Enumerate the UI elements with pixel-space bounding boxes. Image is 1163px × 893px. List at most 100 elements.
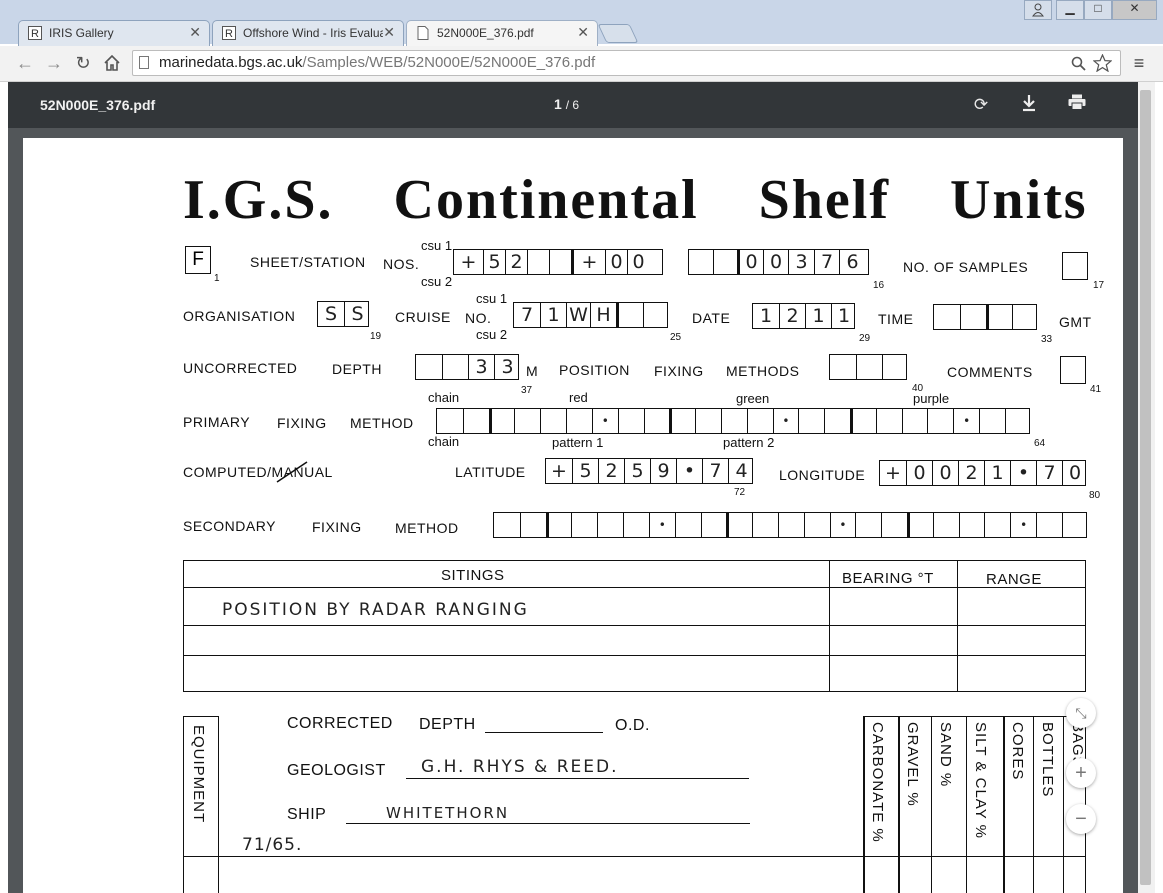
sitings-header: SITINGS <box>441 567 505 584</box>
char-cell <box>488 409 515 433</box>
analysis-column-header: SILT & CLAY % <box>972 722 989 839</box>
fit-page-icon[interactable]: ⤡ <box>1066 698 1096 728</box>
char-cell <box>752 513 778 537</box>
char-cell <box>726 513 752 537</box>
analysis-column-header: SAND % <box>937 722 954 788</box>
star-icon[interactable] <box>1093 54 1112 72</box>
char-cell: 2 <box>779 304 805 328</box>
zoom-out-button[interactable]: − <box>1066 804 1096 834</box>
nos-label: NOS. <box>383 256 420 272</box>
char-cell: W <box>566 303 590 327</box>
section-divider <box>183 856 863 857</box>
char-cell: • <box>591 409 618 433</box>
comments-box <box>1060 356 1086 384</box>
siting-entry: POSITION BY RADAR RANGING <box>222 600 529 620</box>
table-divider <box>829 560 830 692</box>
station-number-cells-2: 00376 <box>688 249 869 275</box>
csu2-label: csu 2 <box>476 327 508 342</box>
char-cell: 9 <box>650 459 676 483</box>
char-cell <box>437 409 463 433</box>
zoom-in-button[interactable]: + <box>1066 758 1096 788</box>
latitude-label: LATITUDE <box>455 464 526 480</box>
analysis-column-header: CORES <box>1009 722 1026 781</box>
download-icon[interactable] <box>1018 94 1040 116</box>
char-cell: 2 <box>958 461 984 485</box>
tab-offshore-wind[interactable]: R Offshore Wind - Iris Evalua ✕ <box>212 20 404 46</box>
char-cell: S <box>344 302 370 326</box>
page-title: I.G.S. Continental Shelf Units <box>183 169 1088 231</box>
equipment-label: EQUIPMENT <box>190 725 207 824</box>
field-number: 1 <box>214 273 220 284</box>
char-cell <box>855 513 881 537</box>
char-cell <box>901 409 928 433</box>
longitude-label: LONGITUDE <box>779 467 866 483</box>
maximize-icon[interactable]: □ <box>1084 0 1112 20</box>
char-cell: + <box>571 250 605 274</box>
char-cell: 0 <box>1062 461 1087 485</box>
char-cell <box>669 409 695 433</box>
search-icon[interactable] <box>1071 56 1086 71</box>
table-divider <box>183 587 1086 588</box>
user-icon[interactable] <box>1024 0 1052 20</box>
char-cell <box>856 355 882 379</box>
fixing-label: FIXING <box>277 415 327 431</box>
char-cell: 1 <box>805 304 831 328</box>
char-cell <box>881 513 907 537</box>
char-cell <box>616 303 643 327</box>
f-box: F <box>185 246 211 274</box>
iris-favicon-icon: R <box>222 26 236 40</box>
char-cell: 0 <box>605 250 627 274</box>
new-tab-button[interactable] <box>597 24 639 43</box>
char-cell <box>462 409 489 433</box>
cruise-label: CRUISE <box>395 309 451 325</box>
rotate-icon[interactable]: ⟳ <box>970 94 992 116</box>
char-cell: 0 <box>932 461 958 485</box>
print-icon[interactable] <box>1066 94 1088 116</box>
tab-iris-gallery[interactable]: R IRIS Gallery ✕ <box>18 20 210 46</box>
char-cell <box>571 513 597 537</box>
char-cell <box>623 513 649 537</box>
table-divider <box>183 625 1086 626</box>
home-icon[interactable] <box>101 52 123 74</box>
minimize-icon[interactable]: ▁ <box>1056 0 1084 20</box>
analysis-column-header: CARBONATE % <box>869 722 886 843</box>
url-host: marinedata.bgs.ac.uk <box>159 54 303 71</box>
current-page[interactable]: 1 <box>554 96 562 112</box>
char-cell <box>932 513 959 537</box>
menu-icon[interactable]: ≡ <box>1128 52 1150 74</box>
char-cell: 7 <box>520 304 534 326</box>
address-bar[interactable]: marinedata.bgs.ac.uk/Samples/WEB/52N000E… <box>132 50 1121 76</box>
scrollbar[interactable] <box>1138 82 1155 893</box>
char-cell: 1 <box>759 305 773 327</box>
analysis-column-header: BOTTLES <box>1039 722 1056 798</box>
char-cell <box>1061 513 1088 537</box>
char-cell: • <box>1010 461 1036 485</box>
green-label: green <box>736 391 770 406</box>
char-cell: 3 <box>468 355 494 379</box>
tab-pdf[interactable]: 52N000E_376.pdf ✕ <box>406 20 598 47</box>
char-cell: 3 <box>494 355 520 379</box>
chain-label: chain <box>428 390 460 405</box>
sheet-station-label: SHEET/STATION <box>250 254 366 270</box>
char-cell: 7 <box>814 250 839 274</box>
close-icon[interactable]: ✕ <box>1112 0 1157 20</box>
purple-label: purple <box>913 391 950 406</box>
back-icon[interactable]: ← <box>14 52 36 74</box>
scrollbar-thumb[interactable] <box>1140 90 1151 885</box>
page-icon <box>139 56 149 69</box>
close-tab-icon[interactable]: ✕ <box>577 24 589 41</box>
primary-label: PRIMARY <box>183 414 251 430</box>
reload-icon[interactable]: ↻ <box>72 52 94 74</box>
field-number: 41 <box>1090 384 1102 395</box>
char-cell: • <box>772 409 799 433</box>
forward-icon[interactable]: → <box>43 52 65 74</box>
total-pages: / 6 <box>565 98 580 112</box>
close-tab-icon[interactable]: ✕ <box>383 24 395 41</box>
close-tab-icon[interactable]: ✕ <box>189 24 201 41</box>
field-number: 29 <box>859 333 871 344</box>
geologist-label: GEOLOGIST <box>287 762 386 779</box>
red-label: red <box>569 390 588 405</box>
station-number-cells-1: +5 2 +0 0 <box>453 249 663 275</box>
methods-label: METHODS <box>726 363 800 379</box>
char-cell <box>850 409 876 433</box>
